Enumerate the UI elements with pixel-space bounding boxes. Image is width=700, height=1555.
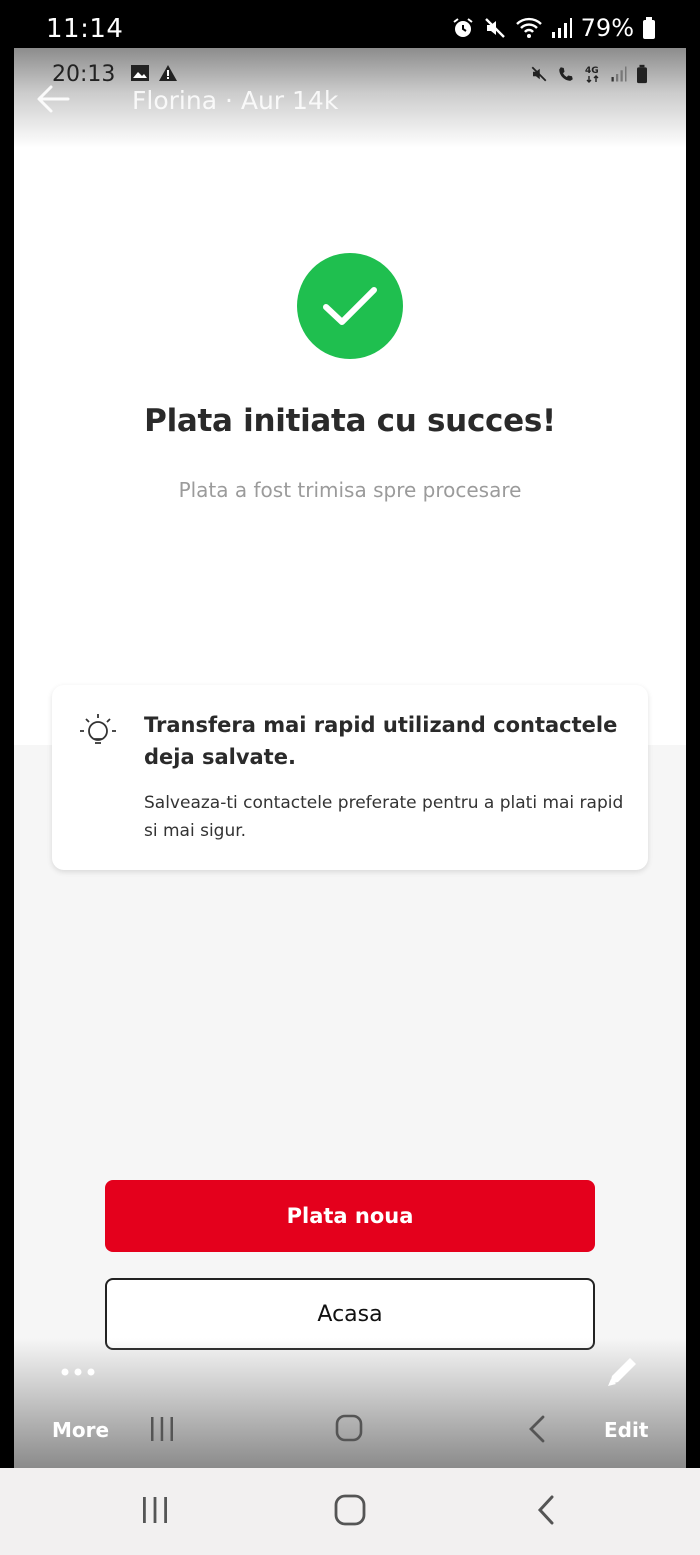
- status-time: 11:14: [46, 14, 124, 44]
- viewer-title: Florina · Aur 14k: [132, 86, 339, 115]
- signal-icon: [611, 66, 627, 82]
- outer-status-bar: 11:14 79%: [0, 0, 700, 50]
- image-icon: [131, 65, 149, 81]
- wifi-icon: [515, 17, 542, 38]
- page-title: Plata initiata cu succes!: [144, 403, 556, 439]
- back-icon[interactable]: [527, 1414, 547, 1444]
- home-icon[interactable]: [334, 1494, 366, 1526]
- call-icon: [559, 67, 573, 81]
- status-icons: 79%: [451, 14, 656, 42]
- tip-card: Transfera mai rapid utilizand contactele…: [52, 685, 648, 870]
- home-icon[interactable]: [335, 1414, 363, 1442]
- svg-text:4G: 4G: [585, 66, 599, 76]
- more-button[interactable]: More: [52, 1418, 109, 1442]
- recent-apps-icon[interactable]: [140, 1496, 170, 1524]
- viewer-bottom-overlay: [14, 1338, 686, 1468]
- back-arrow-icon[interactable]: [36, 84, 70, 114]
- 4g-icon: 4G: [585, 66, 599, 83]
- inner-status-right-icons: 4G: [530, 64, 648, 84]
- new-payment-button[interactable]: Plata noua: [105, 1180, 595, 1252]
- recent-apps-icon[interactable]: [148, 1416, 176, 1442]
- more-icon[interactable]: [60, 1366, 96, 1378]
- tip-body: Salveaza-ti contactele preferate pentru …: [144, 793, 624, 841]
- success-check-icon: [297, 253, 403, 359]
- signal-icon: [551, 18, 572, 38]
- embedded-screenshot: 20:13 4G Florina · Aur 14k Plata initiat…: [14, 48, 686, 1468]
- system-nav-bar: [0, 1468, 700, 1555]
- pencil-icon[interactable]: [604, 1354, 640, 1390]
- back-icon[interactable]: [536, 1494, 556, 1526]
- battery-icon: [643, 17, 655, 39]
- warning-icon: [159, 65, 177, 81]
- battery-percent: 79%: [580, 14, 634, 42]
- inner-status-left-icons: [130, 64, 178, 82]
- tip-title: Transfera mai rapid utilizand contactele…: [144, 713, 618, 769]
- alarm-icon: [453, 18, 473, 37]
- edit-button[interactable]: Edit: [604, 1418, 648, 1442]
- page-subtitle: Plata a fost trimisa spre procesare: [178, 478, 522, 502]
- battery-icon: [637, 64, 647, 84]
- screen: 11:14 79% 20:13 4G Florina · Aur 14k Pla…: [0, 0, 700, 1555]
- mute-icon: [531, 66, 547, 82]
- lightbulb-icon: [80, 714, 116, 744]
- mute-icon: [484, 18, 505, 38]
